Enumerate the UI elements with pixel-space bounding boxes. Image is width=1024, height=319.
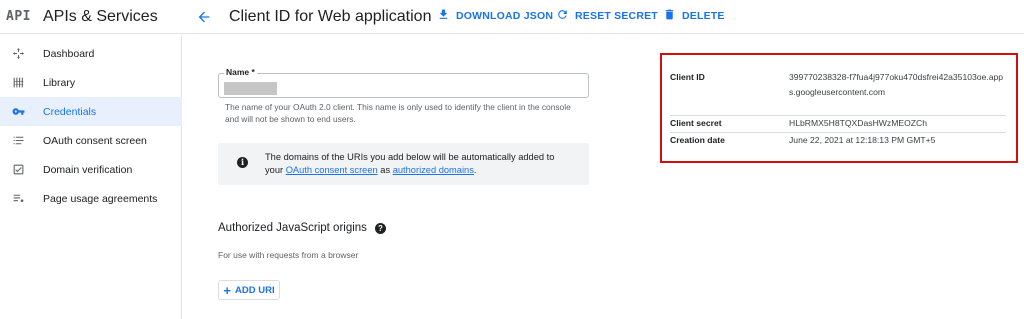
client-secret-row: Client secret HLbRMX5H8TQXDasHWzMEOZCh [670,116,1006,133]
name-input[interactable] [218,73,589,98]
sidebar-item-domain-verification[interactable]: Domain verification [0,155,182,184]
domains-info-box: i The domains of the URIs you add below … [218,143,589,185]
checkbox-icon [11,163,25,177]
trash-icon [663,8,676,24]
sidebar-item-oauth-consent-screen[interactable]: OAuth consent screen [0,126,182,155]
sidebar-item-dashboard[interactable]: Dashboard [0,39,182,68]
client-id-label: Client ID [670,72,705,82]
client-id-value[interactable]: 399770238328-f7fua4j977oku470dsfrei42a35… [789,70,1009,100]
reset-secret-button[interactable]: RESET SECRET [556,8,658,24]
sidebar-item-label: Domain verification [43,163,133,176]
info-text-end: . [473,165,477,175]
dashboard-icon [11,47,25,61]
sidebar-item-library[interactable]: Library [0,68,182,97]
top-bar: API APIs & Services Client ID for Web ap… [0,0,1024,34]
download-icon [437,8,450,24]
api-logo: API [6,9,31,24]
library-icon [11,76,25,90]
download-json-label: DOWNLOAD JSON [456,10,554,22]
sidebar-item-page-usage-agreements[interactable]: Page usage agreements [0,184,182,213]
arrow-back-icon[interactable] [193,6,215,28]
key-icon [11,105,25,119]
refresh-icon [556,8,569,24]
info-text-middle: as [380,165,391,175]
sidebar-item-credentials[interactable]: Credentials [0,97,182,126]
authorized-domains-link[interactable]: authorized domains [393,165,474,175]
info-text: The domains of the URIs you add below wi… [265,151,575,177]
delete-button[interactable]: DELETE [663,8,725,24]
sidebar: Dashboard Library Credentials OAuth cons… [0,35,182,319]
client-id-row: Client ID 399770238328-f7fua4j977oku470d… [670,64,1006,116]
creation-date-value: June 22, 2021 at 12:18:13 PM GMT+5 [789,135,936,145]
sidebar-item-label: Credentials [43,105,97,118]
plus-icon: + [223,282,231,298]
brand-title: APIs & Services [43,8,158,25]
origins-section-title: Authorized JavaScript origins ? [218,222,386,234]
client-secret-label: Client secret [670,118,722,128]
origins-subtitle: For use with requests from a browser [218,250,359,260]
redacted-name-value [224,82,277,95]
creation-date-row: Creation date June 22, 2021 at 12:18:13 … [670,133,1006,150]
sidebar-item-label: Dashboard [43,47,95,60]
reset-secret-label: RESET SECRET [575,10,658,22]
name-field-label: Name * [224,67,257,77]
page-title: Client ID for Web application [229,8,432,25]
settings-list-icon [11,192,25,206]
info-icon: i [237,157,248,168]
add-uri-button[interactable]: + ADD URI [218,280,280,300]
download-json-button[interactable]: DOWNLOAD JSON [437,8,553,24]
add-uri-label: ADD URI [235,284,275,296]
help-icon[interactable]: ? [374,222,386,234]
origins-title-text: Authorized JavaScript origins [218,222,367,234]
consent-icon [11,134,25,148]
name-hint: The name of your OAuth 2.0 client. This … [225,102,571,124]
sidebar-item-label: Page usage agreements [43,192,158,205]
client-secret-value[interactable]: HLbRMX5H8TQXDasHWzMEOZCh [789,116,1009,131]
sidebar-item-label: OAuth consent screen [43,134,147,147]
sidebar-item-label: Library [43,76,76,89]
creation-date-label: Creation date [670,135,725,145]
oauth-consent-screen-link[interactable]: OAuth consent screen [286,165,378,175]
brand[interactable]: API APIs & Services [0,0,182,34]
delete-label: DELETE [682,10,725,22]
